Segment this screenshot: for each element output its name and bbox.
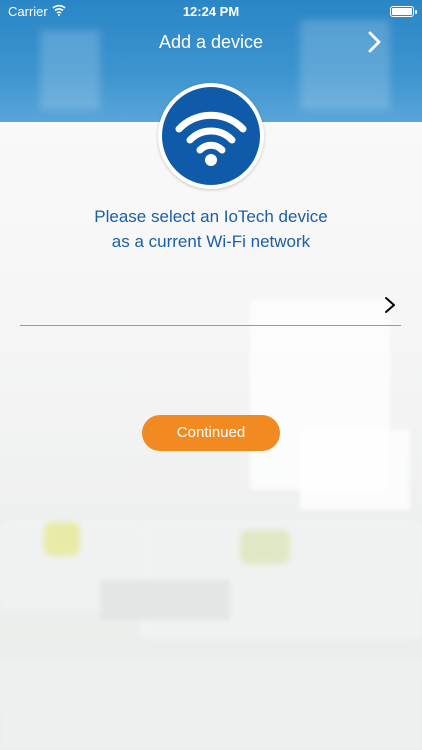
window-light <box>300 430 410 510</box>
pillow <box>240 530 290 564</box>
floor <box>0 660 422 750</box>
coffee-table <box>100 580 230 620</box>
chevron-right-icon[interactable] <box>362 30 386 54</box>
clock: 12:24 PM <box>182 4 240 19</box>
chevron-right-icon <box>385 297 395 313</box>
continue-button[interactable]: Continued <box>142 415 280 451</box>
battery-icon <box>390 6 417 17</box>
network-select-row[interactable] <box>20 290 401 326</box>
instruction-line-1: Please select an IoTech device <box>94 207 328 226</box>
status-bar: Carrier 12:24 PM <box>0 0 422 22</box>
pillow <box>44 522 80 556</box>
instruction-line-2: as a current Wi-Fi network <box>111 232 311 251</box>
wifi-icon <box>175 111 247 166</box>
divider <box>20 325 401 326</box>
wifi-badge <box>158 83 264 189</box>
instruction-text: Please select an IoTech device as a curr… <box>0 204 422 254</box>
page-title: Add a device <box>158 32 264 52</box>
